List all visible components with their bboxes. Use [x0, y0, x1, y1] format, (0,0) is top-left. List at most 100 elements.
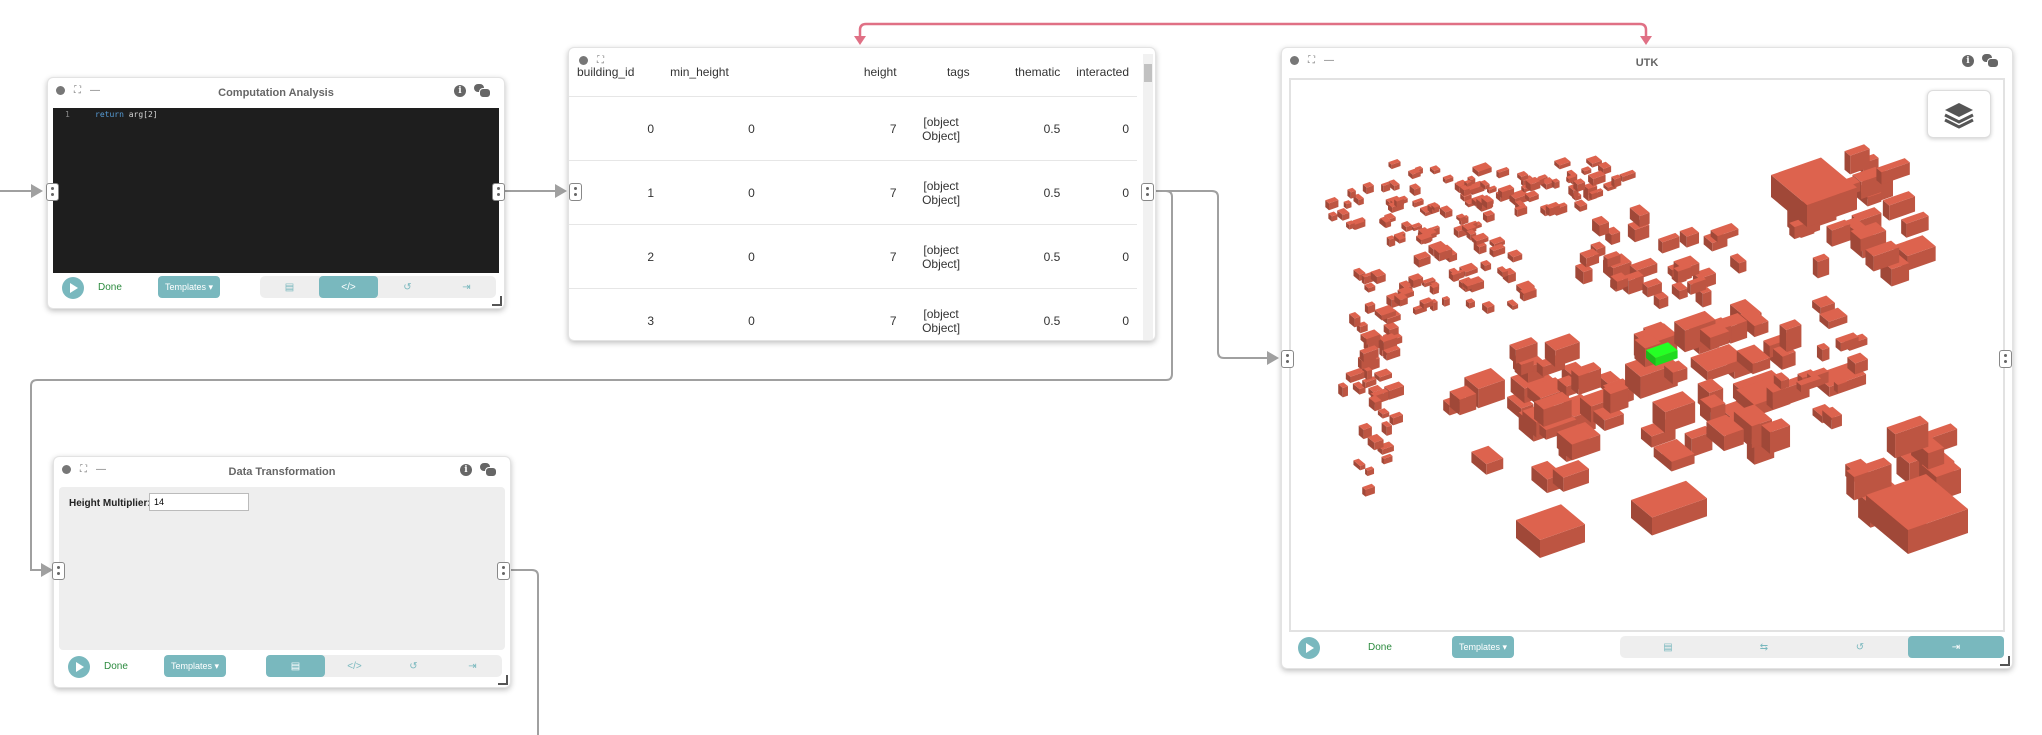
column-header[interactable]: min_height	[662, 48, 763, 97]
table-row[interactable]: 2 0 7 [object Object] 0.5 0	[569, 224, 1137, 289]
building[interactable]	[1441, 296, 1450, 307]
building[interactable]	[1779, 319, 1802, 353]
info-icon[interactable]: i	[1962, 54, 1974, 67]
building[interactable]	[1328, 211, 1338, 222]
building[interactable]	[1471, 445, 1504, 475]
building[interactable]	[1816, 342, 1830, 362]
data-table-node[interactable]: ⛶ building_id min_height height tags the…	[568, 47, 1156, 341]
building[interactable]	[1347, 187, 1356, 199]
building[interactable]	[1507, 249, 1523, 263]
table-row[interactable]: 1 0 7 [object Object] 0.5 0	[569, 160, 1137, 225]
code-icon[interactable]: </>	[325, 655, 384, 677]
column-header[interactable]: tags	[905, 48, 978, 97]
building[interactable]	[1343, 200, 1352, 209]
scrollbar-thumb[interactable]	[1144, 64, 1152, 82]
computation-analysis-node[interactable]: ⛶ — Computation Analysis i 1 return arg[…	[47, 77, 505, 309]
table-row[interactable]: 0 0 7 [object Object] 0.5 0	[569, 96, 1137, 161]
building[interactable]	[1389, 411, 1403, 426]
building[interactable]	[1658, 232, 1680, 254]
building[interactable]	[1386, 235, 1396, 248]
building[interactable]	[1370, 268, 1386, 285]
building[interactable]	[1325, 196, 1339, 211]
column-header[interactable]: thematic	[978, 48, 1069, 97]
building[interactable]	[1679, 226, 1700, 248]
workflow-canvas[interactable]: ⛶ — Computation Analysis i 1 return arg[…	[0, 0, 2042, 735]
building[interactable]	[1365, 466, 1375, 477]
undo-icon[interactable]: ↺	[1812, 636, 1908, 658]
play-icon[interactable]	[1298, 637, 1320, 659]
building[interactable]	[1771, 157, 1857, 228]
building[interactable]	[1611, 174, 1622, 188]
input-port[interactable]	[52, 562, 65, 580]
building[interactable]	[1496, 166, 1510, 179]
building[interactable]	[1901, 211, 1929, 238]
output-port[interactable]	[1999, 350, 2012, 368]
building[interactable]	[1482, 300, 1495, 314]
building[interactable]	[1364, 301, 1376, 314]
building[interactable]	[1592, 215, 1609, 237]
play-icon[interactable]	[62, 277, 84, 299]
building[interactable]	[1381, 181, 1391, 193]
height-multiplier-input[interactable]	[149, 493, 249, 511]
building[interactable]	[1412, 197, 1424, 208]
building[interactable]	[1812, 253, 1830, 279]
building[interactable]	[1730, 253, 1747, 274]
code-icon[interactable]: </>	[319, 276, 378, 298]
output-port[interactable]	[492, 183, 505, 201]
building[interactable]	[1413, 251, 1431, 268]
building[interactable]	[1710, 223, 1739, 243]
templates-button[interactable]: Templates ▾	[1452, 636, 1514, 658]
building[interactable]	[1631, 480, 1707, 536]
building[interactable]	[1381, 453, 1393, 465]
resize-handle-icon[interactable]	[492, 296, 502, 306]
building[interactable]	[1619, 169, 1636, 182]
data-transformation-node[interactable]: ⛶ — Data Transformation i Height Multipl…	[53, 456, 511, 688]
building[interactable]	[1652, 391, 1696, 434]
sign-out-icon[interactable]: ⇥	[437, 276, 496, 298]
templates-button[interactable]: Templates ▾	[164, 655, 226, 677]
building[interactable]	[1482, 210, 1495, 223]
building[interactable]	[1480, 260, 1492, 272]
building[interactable]	[1507, 299, 1519, 310]
building[interactable]	[1353, 458, 1366, 471]
briefcase-icon[interactable]: ▤	[1620, 636, 1716, 658]
building[interactable]	[1337, 207, 1350, 221]
briefcase-icon[interactable]: ▤	[260, 276, 319, 298]
layers-button[interactable]	[1927, 90, 1991, 138]
building[interactable]	[1374, 368, 1393, 382]
building[interactable]	[1345, 367, 1365, 383]
building[interactable]	[1367, 433, 1384, 451]
building[interactable]	[1581, 166, 1592, 176]
play-icon[interactable]	[68, 656, 90, 678]
output-port[interactable]	[1141, 183, 1154, 201]
input-port[interactable]	[569, 183, 582, 201]
city-map[interactable]	[1291, 80, 2003, 626]
building[interactable]	[1574, 199, 1588, 212]
building[interactable]	[1429, 283, 1439, 295]
building[interactable]	[1544, 333, 1580, 368]
resize-handle-icon[interactable]	[2000, 656, 2010, 666]
sign-out-icon[interactable]: ⇥	[1908, 636, 2004, 658]
map-viewport[interactable]	[1289, 78, 2005, 632]
code-line[interactable]: return arg[2]	[95, 110, 158, 119]
building[interactable]	[1349, 311, 1361, 328]
undo-icon[interactable]: ↺	[378, 276, 437, 298]
building[interactable]	[1876, 158, 1910, 185]
output-port[interactable]	[497, 562, 510, 580]
comments-icon[interactable]	[474, 84, 491, 98]
comments-icon[interactable]	[1982, 54, 1999, 68]
resize-handle-icon[interactable]	[498, 675, 508, 685]
building[interactable]	[1465, 298, 1475, 309]
column-header[interactable]: interacted	[1068, 48, 1137, 97]
building[interactable]	[1409, 183, 1421, 196]
building[interactable]	[1554, 157, 1571, 170]
building[interactable]	[1497, 266, 1508, 278]
building[interactable]	[1442, 174, 1454, 184]
building[interactable]	[1362, 483, 1375, 497]
building[interactable]	[1338, 382, 1348, 398]
building[interactable]	[1364, 282, 1376, 293]
comments-icon[interactable]	[480, 463, 497, 477]
sign-out-icon[interactable]: ⇥	[443, 655, 502, 677]
info-icon[interactable]: i	[460, 463, 472, 476]
code-editor[interactable]: 1 return arg[2]	[53, 108, 499, 273]
